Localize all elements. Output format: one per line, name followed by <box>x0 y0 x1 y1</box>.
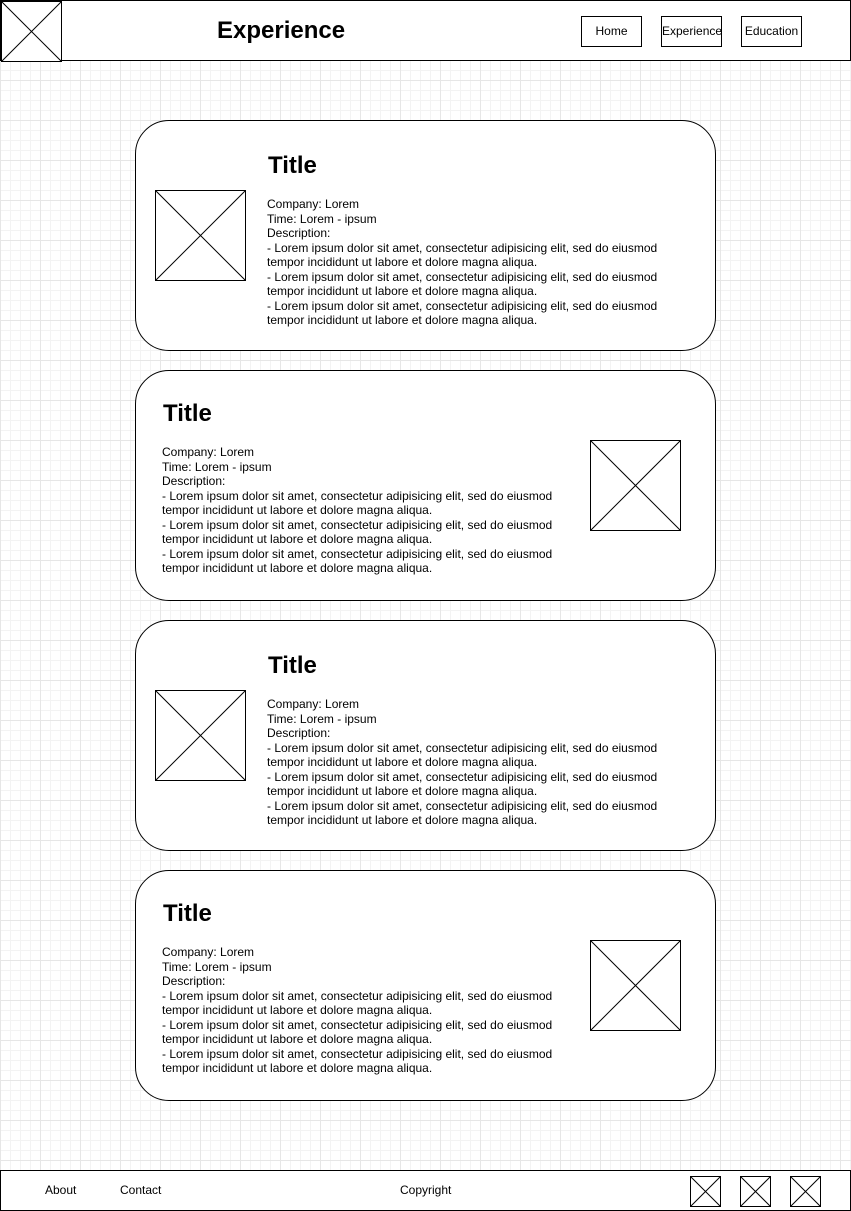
card-body: Company: Lorem Time: Lorem - ipsum Descr… <box>162 445 562 576</box>
card-description-item: - Lorem ipsum dolor sit amet, consectetu… <box>162 1017 553 1047</box>
nav-experience-button[interactable]: Experience <box>661 16 722 47</box>
card-time: Time: Lorem - ipsum <box>267 711 377 726</box>
card-company: Company: Lorem <box>267 197 360 211</box>
nav-home-button[interactable]: Home <box>581 16 642 47</box>
image-placeholder-icon <box>590 940 681 1031</box>
experience-card: Title Company: Lorem Time: Lorem - ipsum… <box>135 370 716 601</box>
card-description-item: - Lorem ipsum dolor sit amet, consectetu… <box>162 1046 553 1076</box>
card-description-item: - Lorem ipsum dolor sit amet, consectetu… <box>267 798 658 828</box>
logo-placeholder-icon[interactable] <box>1 1 62 62</box>
footer-link-contact[interactable]: Contact <box>120 1183 161 1197</box>
card-title: Title <box>163 400 212 427</box>
card-description-item: - Lorem ipsum dolor sit amet, consectetu… <box>267 240 658 270</box>
image-placeholder-icon <box>590 440 681 531</box>
card-body: Company: Lorem Time: Lorem - ipsum Descr… <box>162 945 562 1076</box>
card-body: Company: Lorem Time: Lorem - ipsum Descr… <box>267 197 667 328</box>
card-title: Title <box>163 900 212 927</box>
social-placeholder-icon[interactable] <box>690 1176 721 1207</box>
image-placeholder-icon <box>155 690 246 781</box>
card-company: Company: Lorem <box>162 945 255 959</box>
card-company: Company: Lorem <box>267 697 360 711</box>
page-title: Experience <box>217 17 346 44</box>
card-description-item: - Lorem ipsum dolor sit amet, consectetu… <box>267 740 658 770</box>
footer-copyright: Copyright <box>400 1183 452 1197</box>
experience-card: Title Company: Lorem Time: Lorem - ipsum… <box>135 120 716 351</box>
card-body: Company: Lorem Time: Lorem - ipsum Descr… <box>267 697 667 828</box>
card-description-label: Description: <box>267 726 331 740</box>
image-placeholder-icon <box>155 190 246 281</box>
card-company: Company: Lorem <box>162 445 255 459</box>
card-time: Time: Lorem - ipsum <box>267 211 377 226</box>
social-placeholder-icon[interactable] <box>790 1176 821 1207</box>
experience-card: Title Company: Lorem Time: Lorem - ipsum… <box>135 870 716 1101</box>
footer: About Contact Copyright <box>0 1170 851 1211</box>
card-time: Time: Lorem - ipsum <box>162 459 272 474</box>
card-description-item: - Lorem ipsum dolor sit amet, consectetu… <box>162 517 553 547</box>
footer-link-about[interactable]: About <box>45 1183 76 1197</box>
nav-education-button[interactable]: Education <box>741 16 802 47</box>
header: Experience Home Experience Education <box>0 0 851 62</box>
card-description-item: - Lorem ipsum dolor sit amet, consectetu… <box>162 546 553 576</box>
card-title: Title <box>268 152 317 179</box>
card-time: Time: Lorem - ipsum <box>162 959 272 974</box>
social-placeholder-icon[interactable] <box>740 1176 771 1207</box>
card-description-item: - Lorem ipsum dolor sit amet, consectetu… <box>162 488 553 518</box>
card-description-item: - Lorem ipsum dolor sit amet, consectetu… <box>267 769 658 799</box>
card-description-item: - Lorem ipsum dolor sit amet, consectetu… <box>162 988 553 1018</box>
card-description-label: Description: <box>267 226 331 240</box>
card-description-label: Description: <box>162 474 226 488</box>
card-description-item: - Lorem ipsum dolor sit amet, consectetu… <box>267 298 658 328</box>
card-title: Title <box>268 652 317 679</box>
card-description-label: Description: <box>162 974 226 988</box>
card-description-item: - Lorem ipsum dolor sit amet, consectetu… <box>267 269 658 299</box>
experience-card: Title Company: Lorem Time: Lorem - ipsum… <box>135 620 716 851</box>
